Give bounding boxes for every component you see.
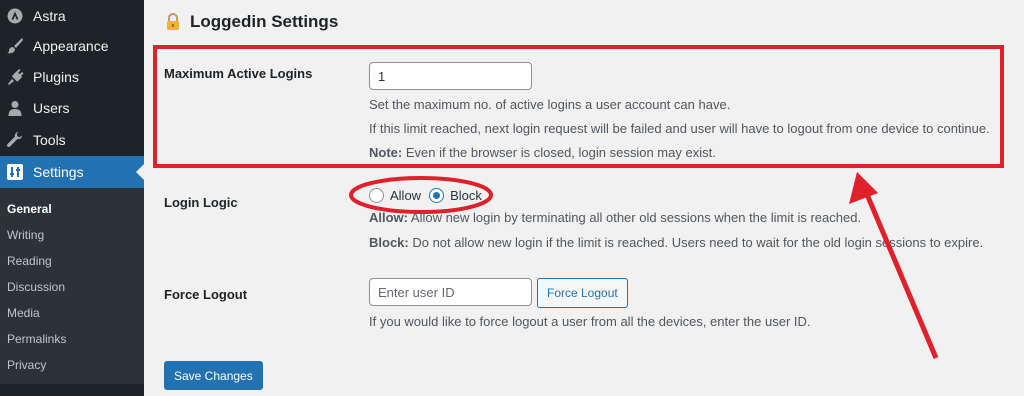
sidebar-item-label: Astra: [33, 8, 66, 24]
sidebar-item-label: Tools: [33, 132, 66, 148]
paintbrush-icon: [5, 36, 25, 56]
allow-prefix: Allow:: [369, 210, 408, 225]
max-logins-limit-note: If this limit reached, next login reques…: [369, 121, 990, 136]
submenu-item-general[interactable]: General: [7, 202, 52, 216]
block-prefix: Block:: [369, 235, 409, 250]
page-title: Loggedin Settings: [190, 12, 339, 31]
submenu-item-writing[interactable]: Writing: [7, 228, 44, 242]
submenu-item-privacy[interactable]: Privacy: [7, 358, 46, 372]
submenu-item-reading[interactable]: Reading: [7, 254, 52, 268]
sidebar-item-label: Plugins: [33, 69, 79, 85]
note-text: Even if the browser is closed, login ses…: [402, 145, 716, 160]
radio-block-label[interactable]: Block: [450, 188, 482, 203]
user-id-input[interactable]: [369, 278, 532, 306]
sidebar-item-tools[interactable]: Tools: [0, 124, 144, 156]
max-logins-description: Set the maximum no. of active logins a u…: [369, 97, 731, 112]
block-text: Do not allow new login if the limit is r…: [408, 235, 984, 250]
sidebar-item-astra[interactable]: Astra: [0, 0, 144, 32]
save-changes-button[interactable]: Save Changes: [164, 361, 263, 390]
allow-text: Allow new login by terminating all other…: [408, 210, 862, 225]
force-logout-label: Force Logout: [164, 287, 248, 302]
submenu-item-media[interactable]: Media: [7, 306, 40, 320]
radio-allow-label[interactable]: Allow: [390, 188, 421, 203]
sidebar-item-settings[interactable]: Settings: [0, 156, 144, 188]
login-logic-block-description: Block: Do not allow new login if the lim…: [369, 235, 983, 250]
sidebar-item-plugins[interactable]: Plugins: [0, 61, 144, 93]
lock-icon: [166, 12, 180, 35]
settings-icon: [5, 162, 25, 182]
radio-block[interactable]: [429, 188, 445, 203]
sidebar-item-label: Settings: [33, 164, 84, 180]
note-prefix: Note:: [369, 145, 403, 160]
max-logins-label: Maximum Active Logins: [164, 66, 313, 81]
max-logins-input[interactable]: [369, 62, 532, 90]
force-logout-button[interactable]: Force Logout: [537, 278, 628, 308]
sidebar-item-users[interactable]: Users: [0, 92, 144, 124]
sidebar-item-label: Appearance: [33, 38, 109, 54]
login-logic-allow-description: Allow: Allow new login by terminating al…: [369, 210, 861, 225]
submenu-item-permalinks[interactable]: Permalinks: [7, 332, 66, 346]
sidebar-item-label: Users: [33, 100, 70, 116]
sidebar-item-appearance[interactable]: Appearance: [0, 30, 144, 62]
plug-icon: [5, 67, 25, 87]
settings-submenu: General Writing Reading Discussion Media…: [0, 188, 144, 384]
force-logout-description: If you would like to force logout a user…: [369, 314, 811, 329]
radio-allow[interactable]: [369, 188, 384, 203]
astra-icon: [5, 6, 25, 26]
annotation-arrow-line: [863, 191, 939, 359]
admin-sidebar: Astra Appearance Plugins Users Tools Set…: [0, 0, 144, 396]
submenu-item-discussion[interactable]: Discussion: [7, 280, 65, 294]
user-icon: [5, 98, 25, 118]
wrench-icon: [5, 130, 25, 150]
max-logins-session-note: Note: Even if the browser is closed, log…: [369, 145, 716, 160]
annotation-arrow-head: [849, 172, 878, 204]
annotation-overlay: [153, 45, 1004, 359]
login-logic-radio-group: Allow Block: [369, 188, 482, 203]
login-logic-label: Login Logic: [164, 195, 238, 210]
